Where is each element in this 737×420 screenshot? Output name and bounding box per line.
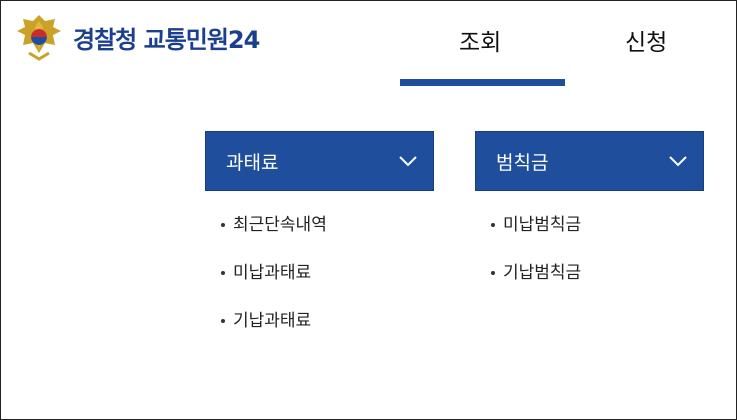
police-emblem-icon xyxy=(17,15,61,61)
fine-dropdown-label: 과태료 xyxy=(226,151,279,174)
tab-inquiry[interactable]: 조회 xyxy=(459,23,501,57)
logo-title: 경찰청 교통민원24 xyxy=(73,20,261,55)
fine-link-list: 최근단속내역 미납과태료 기납과태료 xyxy=(205,201,434,345)
penalty-link-list: 미납범칙금 기납범칙금 xyxy=(475,201,704,297)
active-tab-indicator xyxy=(400,79,565,86)
org-name: 경찰청 xyxy=(73,25,137,54)
page-frame: 경찰청 교통민원24 조회 신청 과태료 최근단속내역 미납과태료 기납과태료 … xyxy=(0,0,737,420)
chevron-down-icon xyxy=(669,155,687,166)
service-name: 교통민원24 xyxy=(143,25,261,54)
link-paid-penalty[interactable]: 기납범칙금 xyxy=(475,249,704,297)
penalty-dropdown-label: 범칙금 xyxy=(496,151,549,174)
link-unpaid-fine[interactable]: 미납과태료 xyxy=(205,249,434,297)
link-unpaid-penalty[interactable]: 미납범칙금 xyxy=(475,201,704,249)
link-paid-fine[interactable]: 기납과태료 xyxy=(205,297,434,345)
link-recent-enforcement[interactable]: 최근단속내역 xyxy=(205,201,434,249)
fine-dropdown-button[interactable]: 과태료 xyxy=(205,131,434,191)
chevron-down-icon xyxy=(399,155,417,166)
fine-menu: 과태료 최근단속내역 미납과태료 기납과태료 xyxy=(205,131,434,345)
penalty-menu: 범칙금 미납범칙금 기납범칙금 xyxy=(475,131,704,297)
site-logo[interactable]: 경찰청 교통민원24 xyxy=(15,13,261,61)
tab-apply[interactable]: 신청 xyxy=(625,23,667,57)
penalty-dropdown-button[interactable]: 범칙금 xyxy=(475,131,704,191)
